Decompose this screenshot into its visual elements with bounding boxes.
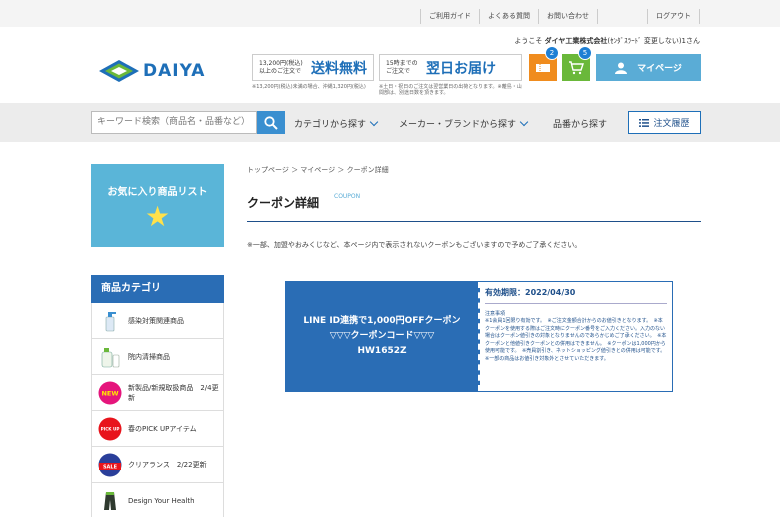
nav-maker[interactable]: メーカー・ブランドから探す <box>399 117 529 130</box>
welcome-message: ようこそ ダイヤ工業株式会社(ｾﾝﾀﾞｽﾗｰﾄﾞ 変更しない)1さん <box>514 36 700 46</box>
coupon-code-label: ▽▽▽クーポンコード▽▽▽ <box>329 331 435 341</box>
logout-link[interactable]: ログアウト <box>647 9 700 24</box>
guide-link[interactable]: ご利用ガイド <box>420 9 479 24</box>
cleaner-bottle-icon <box>98 345 122 369</box>
favorites-title: お気に入り商品リスト <box>107 187 208 198</box>
nav-part-number[interactable]: 品番から探す <box>553 117 607 130</box>
category-list: 感染対策関連商品 院内清掃商品 NEW 新製品/新規取扱商品 2/4更新 PIC… <box>91 303 224 517</box>
topnav-spacer <box>597 9 647 24</box>
spray-bottle-icon <box>98 309 122 333</box>
free-shipping-condition: 13,200円(税込)以上のご注文で <box>259 59 303 75</box>
faq-link[interactable]: よくある質問 <box>479 9 538 24</box>
sidebar-item-clearance[interactable]: SALE クリアランス 2/22更新 <box>91 447 224 483</box>
cart-button[interactable]: 5 <box>562 46 592 81</box>
star-icon: ★ <box>144 200 171 233</box>
chevron-down-icon <box>369 117 379 127</box>
order-history-label: 注文履歴 <box>653 119 690 129</box>
welcome-suffix: (ｾﾝﾀﾞｽﾗｰﾄﾞ 変更しない)1さん <box>607 37 700 45</box>
user-icon <box>615 62 628 74</box>
coupon-card: LINE ID連携で1,000円OFFクーポン ▽▽▽クーポンコード▽▽▽ HW… <box>285 281 673 392</box>
sidebar-item-label: 院内清掃商品 <box>128 352 170 361</box>
list-icon <box>639 118 650 127</box>
page-subtitle: COUPON <box>334 193 361 200</box>
cart-icon <box>569 60 584 74</box>
sidebar-item-label: 感染対策関連商品 <box>128 316 184 325</box>
free-shipping-note: ※13,200円(税込)未満の場合、沖縄1,320円(税込) <box>252 84 366 90</box>
contact-link[interactable]: お問い合わせ <box>538 9 597 24</box>
nav-category[interactable]: カテゴリから探す <box>294 117 379 130</box>
welcome-company: ダイヤ工業株式会社 <box>544 37 608 45</box>
top-nav: ご利用ガイド よくある質問 お問い合わせ ログアウト <box>420 9 700 24</box>
garment-icon <box>98 489 122 513</box>
coupon-code: HW1652Z <box>357 346 407 356</box>
coupon-details: 有効期限：2022/04/30 注意事項 ※1会員1回限り有効です。 ※ご注文金… <box>480 282 672 391</box>
coupon-terms: ※1会員1回限り有効です。 ※ご注文金額合計からのお値引きとなります。 ※本クー… <box>485 318 668 362</box>
category-header: 商品カテゴリ <box>91 275 224 303</box>
next-day-condition: 15時までのご注文で <box>386 59 418 75</box>
cart-badge: 5 <box>578 46 592 60</box>
sidebar-item-cleaning[interactable]: 院内清掃商品 <box>91 339 224 375</box>
nav-category-label: カテゴリから探す <box>294 120 367 130</box>
top-utility-bar: ご利用ガイド よくある質問 お問い合わせ ログアウト <box>0 0 780 27</box>
nav-maker-label: メーカー・ブランドから探す <box>399 120 517 130</box>
coupon-terms-title: 注意事項 <box>485 311 506 317</box>
mypage-button[interactable]: マイページ <box>596 54 701 81</box>
coupon-notice: ※一部、加盟やおみくじなど、本ページ内で表示されないクーポンもございますので予め… <box>247 241 582 249</box>
free-shipping-headline: 送料無料 <box>311 60 367 77</box>
logo-text: DAIYA <box>143 61 206 81</box>
ticket-icon <box>536 63 550 72</box>
pickup-badge-icon: PICK UP <box>98 417 122 441</box>
sidebar-item-label: 春のPICK UPアイテム <box>128 424 197 433</box>
page-title: クーポン詳細 <box>247 196 320 210</box>
history-button[interactable]: 2 <box>529 46 559 81</box>
next-day-headline: 翌日お届け <box>426 60 496 77</box>
sale-badge-icon: SALE <box>98 453 122 477</box>
history-badge: 2 <box>545 46 559 60</box>
sale-badge-text: SALE <box>103 464 118 470</box>
chevron-down-icon <box>519 117 529 127</box>
sidebar-item-label: クリアランス 2/22更新 <box>128 460 207 469</box>
search-nav-bar: キーワード検索（商品名・品番など） カテゴリから探す メーカー・ブランドから探す… <box>0 103 780 142</box>
sidebar-item-pickup[interactable]: PICK UP 春のPICK UPアイテム <box>91 411 224 447</box>
title-divider <box>247 221 701 222</box>
daiya-logo-icon <box>99 60 139 82</box>
welcome-prefix: ようこそ <box>514 37 543 45</box>
next-day-banner: 15時までのご注文で 翌日お届け <box>379 54 522 81</box>
site-logo[interactable]: DAIYA <box>99 60 205 82</box>
coupon-main: LINE ID連携で1,000円OFFクーポン ▽▽▽クーポンコード▽▽▽ HW… <box>286 282 480 391</box>
breadcrumb[interactable]: トップページ ＞ マイページ ＞ クーポン詳細 <box>247 165 389 175</box>
free-shipping-banner: 13,200円(税込)以上のご注文で 送料無料 <box>252 54 374 81</box>
sidebar-item-label: Design Your Health <box>128 496 195 505</box>
sidebar-item-infection[interactable]: 感染対策関連商品 <box>91 303 224 339</box>
coupon-expiry: 有効期限：2022/04/30 <box>485 287 667 304</box>
pickup-badge-text: PICK UP <box>101 426 120 431</box>
search-button[interactable] <box>257 111 285 134</box>
coupon-title: LINE ID連携で1,000円OFFクーポン <box>303 316 461 326</box>
new-badge-text: NEW <box>101 389 118 397</box>
sidebar-item-new[interactable]: NEW 新製品/新規取扱商品 2/4更新 <box>91 375 224 411</box>
new-badge-icon: NEW <box>98 381 122 405</box>
next-day-note: ※土日・祝日のご注文は翌営業日の出荷となります。※離島・山間部は、別途日数を頂き… <box>379 84 522 96</box>
mypage-label: マイページ <box>637 64 682 74</box>
favorites-banner[interactable]: お気に入り商品リスト ★ <box>91 164 224 247</box>
search-input[interactable]: キーワード検索（商品名・品番など） <box>91 111 257 134</box>
order-history-button[interactable]: 注文履歴 <box>628 111 701 134</box>
sidebar-item-design-your-health[interactable]: Design Your Health <box>91 483 224 517</box>
sidebar-item-label: 新製品/新規取扱商品 2/4更新 <box>128 383 219 402</box>
search-icon <box>264 115 278 130</box>
